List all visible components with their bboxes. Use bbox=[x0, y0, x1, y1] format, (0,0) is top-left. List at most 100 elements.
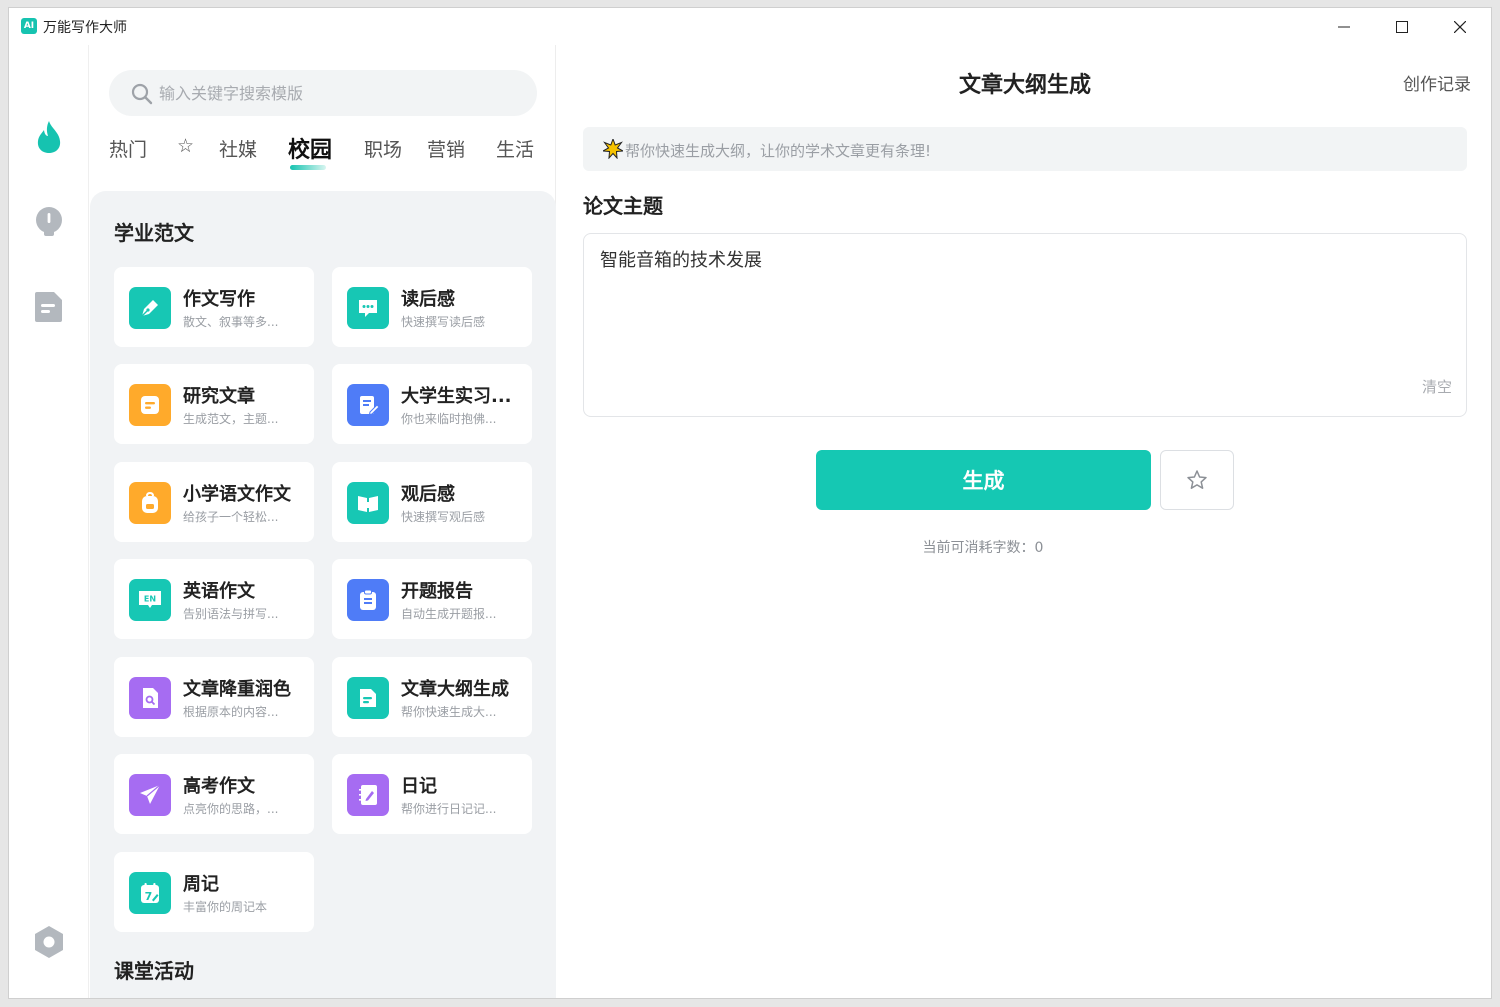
minimize-button[interactable] bbox=[1321, 12, 1367, 42]
active-tab-indicator bbox=[290, 165, 326, 170]
title-bar: AI 万能写作大师 bbox=[9, 8, 1491, 45]
card-title: 观后感 bbox=[401, 484, 455, 505]
card-title: 日记 bbox=[401, 776, 437, 797]
tab-campus[interactable]: 校园 bbox=[288, 132, 332, 164]
tab-workplace[interactable]: 职场 bbox=[364, 135, 402, 162]
clipboard-icon bbox=[347, 579, 389, 621]
card-description: 丰富你的周记本 bbox=[183, 900, 268, 914]
close-icon bbox=[1454, 21, 1466, 33]
template-card-primary-chinese[interactable]: 小学语文作文 给孩子一个轻松... bbox=[114, 462, 314, 542]
template-card-weekly-journal[interactable]: 7 周记 丰富你的周记本 bbox=[114, 852, 314, 932]
svg-text:7: 7 bbox=[145, 890, 153, 903]
template-card-gaokao-essay[interactable]: 高考作文 点亮你的思路，... bbox=[114, 754, 314, 834]
card-title: 大学生实习... bbox=[401, 386, 512, 407]
card-description: 散文、叙事等多... bbox=[183, 315, 279, 329]
card-description: 快速撰写观后感 bbox=[401, 510, 486, 524]
settings-icon bbox=[35, 926, 63, 958]
template-card-rewrite-polish[interactable]: 文章降重润色 根据原本的内容... bbox=[114, 657, 314, 737]
template-card-english-composition[interactable]: EN 英语作文 告别语法与拼写... bbox=[114, 559, 314, 639]
card-title: 文章大纲生成 bbox=[401, 679, 509, 700]
card-description: 帮你进行日记记... bbox=[401, 802, 497, 816]
card-title: 文章降重润色 bbox=[183, 679, 291, 700]
card-title: 高考作文 bbox=[183, 776, 255, 797]
card-description: 根据原本的内容... bbox=[183, 705, 279, 719]
search-document-icon bbox=[129, 677, 171, 719]
tip-banner: 帮你快速生成大纲，让你的学术文章更有条理! bbox=[583, 127, 1467, 171]
favorite-button[interactable] bbox=[1160, 450, 1234, 510]
template-card-composition[interactable]: 作文写作 散文、叙事等多... bbox=[114, 267, 314, 347]
maximize-button[interactable] bbox=[1379, 12, 1425, 42]
clear-button[interactable]: 清空 bbox=[1422, 376, 1452, 397]
tab-favorites[interactable]: ☆ bbox=[177, 135, 194, 157]
topic-label: 论文主题 bbox=[583, 194, 663, 218]
section-title-academic: 学业范文 bbox=[114, 221, 194, 245]
rail-item-hot[interactable] bbox=[33, 120, 65, 154]
tab-life[interactable]: 生活 bbox=[496, 135, 534, 162]
note-icon bbox=[129, 384, 171, 426]
card-description: 你也来临时抱佛... bbox=[401, 412, 497, 426]
tab-hot[interactable]: 热门 bbox=[109, 135, 147, 162]
rail-item-settings[interactable] bbox=[33, 925, 65, 959]
tab-social-media[interactable]: 社媒 bbox=[219, 135, 257, 162]
section-title-class-activity: 课堂活动 bbox=[114, 959, 194, 983]
template-card-diary[interactable]: 日记 帮你进行日记记... bbox=[332, 754, 532, 834]
document-icon bbox=[35, 292, 62, 322]
generate-button[interactable]: 生成 bbox=[816, 450, 1151, 510]
history-link[interactable]: 创作记录 bbox=[1403, 70, 1471, 95]
template-card-viewing-reflection[interactable]: 观后感 快速撰写观后感 bbox=[332, 462, 532, 542]
search-icon bbox=[131, 83, 153, 105]
backpack-icon bbox=[129, 482, 171, 524]
card-description: 自动生成开题报... bbox=[401, 607, 497, 621]
card-description: 告别语法与拼写... bbox=[183, 607, 279, 621]
card-description: 点亮你的思路，... bbox=[183, 802, 279, 816]
topic-input[interactable]: 智能音箱的技术发展 bbox=[600, 246, 1450, 366]
card-description: 快速撰写读后感 bbox=[401, 315, 486, 329]
star-icon bbox=[1187, 470, 1207, 489]
category-tabs: 热门 ☆ 社媒 校园 职场 营销 生活 bbox=[109, 135, 539, 175]
bulb-icon bbox=[36, 207, 62, 236]
chat-bubble-icon bbox=[347, 287, 389, 329]
svg-text:EN: EN bbox=[144, 595, 156, 604]
calendar-icon: 7 bbox=[129, 872, 171, 914]
card-title: 周记 bbox=[183, 874, 219, 895]
english-icon: EN bbox=[129, 579, 171, 621]
card-description: 帮你快速生成大... bbox=[401, 705, 497, 719]
rail-item-ideas[interactable] bbox=[33, 205, 65, 239]
flame-icon bbox=[37, 121, 61, 153]
search-bar bbox=[109, 70, 537, 116]
card-title: 读后感 bbox=[401, 289, 455, 310]
minimize-icon bbox=[1338, 26, 1350, 28]
paper-plane-icon bbox=[129, 774, 171, 816]
template-panel: 热门 ☆ 社媒 校园 职场 营销 生活 学业范文 作文写作 散文、叙事等多... bbox=[90, 45, 556, 998]
app-logo-icon: AI bbox=[21, 18, 37, 34]
quota-text: 当前可消耗字数：0 bbox=[922, 540, 1044, 556]
maximize-icon bbox=[1396, 21, 1408, 33]
card-title: 开题报告 bbox=[401, 581, 473, 602]
template-card-proposal-report[interactable]: 开题报告 自动生成开题报... bbox=[332, 559, 532, 639]
outline-document-icon bbox=[347, 677, 389, 719]
card-title: 作文写作 bbox=[183, 289, 255, 310]
template-card-outline-generator[interactable]: 文章大纲生成 帮你快速生成大... bbox=[332, 657, 532, 737]
window-title: 万能写作大师 bbox=[43, 20, 127, 36]
card-title: 英语作文 bbox=[183, 581, 255, 602]
page-title: 文章大纲生成 bbox=[958, 73, 1091, 98]
template-card-internship[interactable]: 大学生实习... 你也来临时抱佛... bbox=[332, 364, 532, 444]
card-description: 给孩子一个轻松... bbox=[183, 510, 279, 524]
pen-icon bbox=[129, 287, 171, 329]
rail-item-documents[interactable] bbox=[33, 290, 65, 324]
edit-document-icon bbox=[347, 384, 389, 426]
diary-icon bbox=[347, 774, 389, 816]
card-title: 研究文章 bbox=[183, 386, 255, 407]
card-title: 小学语文作文 bbox=[183, 484, 291, 505]
side-rail bbox=[9, 45, 89, 998]
search-input[interactable] bbox=[159, 70, 519, 116]
open-book-icon bbox=[347, 482, 389, 524]
card-description: 生成范文，主题... bbox=[183, 412, 279, 426]
tab-marketing[interactable]: 营销 bbox=[427, 135, 465, 162]
template-list: 学业范文 作文写作 散文、叙事等多... 读后感 快速撰写读后感 研究文章 生成… bbox=[90, 191, 556, 998]
template-card-reading-reflection[interactable]: 读后感 快速撰写读后感 bbox=[332, 267, 532, 347]
close-button[interactable] bbox=[1437, 12, 1483, 42]
main-editor: 文章大纲生成 创作记录 帮你快速生成大纲，让你的学术文章更有条理! 论文主题 智… bbox=[557, 45, 1491, 998]
template-card-research-article[interactable]: 研究文章 生成范文，主题... bbox=[114, 364, 314, 444]
topic-input-box: 智能音箱的技术发展 清空 bbox=[583, 233, 1467, 417]
